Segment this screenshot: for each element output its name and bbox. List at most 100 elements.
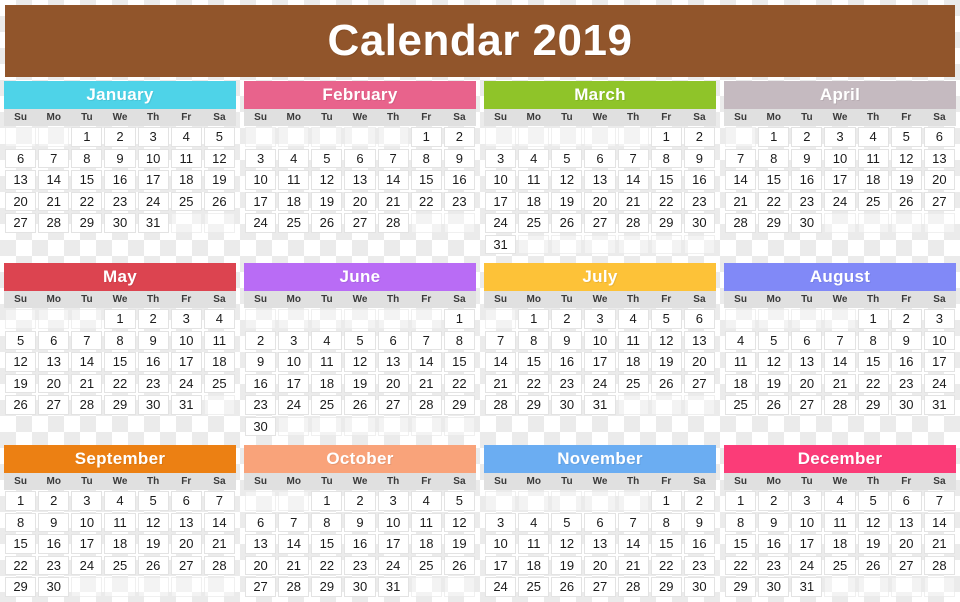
day-cell[interactable]: 22	[650, 191, 682, 211]
day-cell[interactable]: 26	[857, 555, 889, 575]
day-cell[interactable]: 24	[485, 577, 517, 597]
day-cell[interactable]: 7	[377, 148, 409, 168]
day-cell[interactable]: 28	[824, 395, 856, 415]
day-cell[interactable]: 7	[485, 330, 517, 350]
day-cell[interactable]: 24	[71, 555, 103, 575]
day-cell[interactable]: 1	[410, 127, 442, 147]
day-cell[interactable]: 7	[923, 491, 955, 511]
day-cell[interactable]: 21	[485, 373, 517, 393]
day-cell[interactable]: 30	[890, 395, 922, 415]
day-cell[interactable]: 31	[485, 234, 517, 254]
day-cell[interactable]: 15	[311, 534, 343, 554]
day-cell[interactable]: 11	[410, 512, 442, 532]
day-cell[interactable]: 8	[650, 512, 682, 532]
day-cell[interactable]: 11	[203, 330, 235, 350]
day-cell[interactable]: 25	[104, 555, 136, 575]
day-cell[interactable]: 3	[485, 512, 517, 532]
day-cell[interactable]: 18	[170, 170, 202, 190]
day-cell[interactable]: 11	[857, 148, 889, 168]
day-cell[interactable]: 2	[890, 309, 922, 329]
day-cell[interactable]: 6	[377, 330, 409, 350]
day-cell[interactable]: 12	[650, 330, 682, 350]
day-cell[interactable]: 7	[38, 148, 70, 168]
day-cell[interactable]: 2	[104, 127, 136, 147]
day-cell[interactable]: 21	[923, 534, 955, 554]
day-cell[interactable]: 5	[857, 491, 889, 511]
day-cell[interactable]: 29	[650, 577, 682, 597]
day-cell[interactable]: 26	[344, 395, 376, 415]
day-cell[interactable]: 20	[38, 373, 70, 393]
day-cell[interactable]: 4	[518, 148, 550, 168]
day-cell[interactable]: 4	[824, 491, 856, 511]
day-cell[interactable]: 12	[5, 352, 37, 372]
day-cell[interactable]: 5	[5, 330, 37, 350]
day-cell[interactable]: 16	[137, 352, 169, 372]
day-cell[interactable]: 15	[5, 534, 37, 554]
day-cell[interactable]: 11	[518, 534, 550, 554]
day-cell[interactable]: 2	[758, 491, 790, 511]
day-cell[interactable]: 30	[551, 395, 583, 415]
day-cell[interactable]: 5	[344, 330, 376, 350]
day-cell[interactable]: 2	[683, 491, 715, 511]
day-cell[interactable]: 9	[758, 512, 790, 532]
day-cell[interactable]: 18	[518, 191, 550, 211]
day-cell[interactable]: 19	[857, 534, 889, 554]
day-cell[interactable]: 5	[137, 491, 169, 511]
day-cell[interactable]: 25	[857, 191, 889, 211]
day-cell[interactable]: 11	[278, 170, 310, 190]
day-cell[interactable]: 10	[791, 512, 823, 532]
day-cell[interactable]: 28	[485, 395, 517, 415]
day-cell[interactable]: 28	[725, 213, 757, 233]
day-cell[interactable]: 26	[5, 395, 37, 415]
day-cell[interactable]: 22	[410, 191, 442, 211]
day-cell[interactable]: 21	[824, 373, 856, 393]
day-cell[interactable]: 30	[758, 577, 790, 597]
day-cell[interactable]: 14	[410, 352, 442, 372]
day-cell[interactable]: 29	[311, 577, 343, 597]
day-cell[interactable]: 17	[923, 352, 955, 372]
day-cell[interactable]: 5	[443, 491, 475, 511]
day-cell[interactable]: 3	[485, 148, 517, 168]
day-cell[interactable]: 6	[890, 491, 922, 511]
day-cell[interactable]: 24	[923, 373, 955, 393]
day-cell[interactable]: 25	[617, 373, 649, 393]
day-cell[interactable]: 20	[377, 373, 409, 393]
day-cell[interactable]: 24	[824, 191, 856, 211]
day-cell[interactable]: 23	[443, 191, 475, 211]
day-cell[interactable]: 10	[278, 352, 310, 372]
day-cell[interactable]: 29	[71, 213, 103, 233]
day-cell[interactable]: 29	[443, 395, 475, 415]
day-cell[interactable]: 12	[551, 534, 583, 554]
day-cell[interactable]: 31	[377, 577, 409, 597]
day-cell[interactable]: 14	[71, 352, 103, 372]
day-cell[interactable]: 13	[584, 170, 616, 190]
day-cell[interactable]: 15	[725, 534, 757, 554]
day-cell[interactable]: 4	[410, 491, 442, 511]
day-cell[interactable]: 25	[203, 373, 235, 393]
day-cell[interactable]: 12	[443, 512, 475, 532]
day-cell[interactable]: 9	[38, 512, 70, 532]
day-cell[interactable]: 9	[104, 148, 136, 168]
day-cell[interactable]: 27	[791, 395, 823, 415]
day-cell[interactable]: 29	[857, 395, 889, 415]
day-cell[interactable]: 6	[38, 330, 70, 350]
day-cell[interactable]: 12	[551, 170, 583, 190]
day-cell[interactable]: 11	[518, 170, 550, 190]
day-cell[interactable]: 16	[683, 534, 715, 554]
day-cell[interactable]: 4	[725, 330, 757, 350]
day-cell[interactable]: 7	[71, 330, 103, 350]
day-cell[interactable]: 13	[170, 512, 202, 532]
day-cell[interactable]: 16	[245, 373, 277, 393]
day-cell[interactable]: 6	[923, 127, 955, 147]
day-cell[interactable]: 27	[377, 395, 409, 415]
day-cell[interactable]: 1	[725, 491, 757, 511]
day-cell[interactable]: 14	[617, 534, 649, 554]
day-cell[interactable]: 30	[137, 395, 169, 415]
day-cell[interactable]: 23	[890, 373, 922, 393]
day-cell[interactable]: 26	[311, 213, 343, 233]
day-cell[interactable]: 21	[377, 191, 409, 211]
day-cell[interactable]: 15	[443, 352, 475, 372]
day-cell[interactable]: 31	[170, 395, 202, 415]
day-cell[interactable]: 24	[278, 395, 310, 415]
day-cell[interactable]: 5	[311, 148, 343, 168]
